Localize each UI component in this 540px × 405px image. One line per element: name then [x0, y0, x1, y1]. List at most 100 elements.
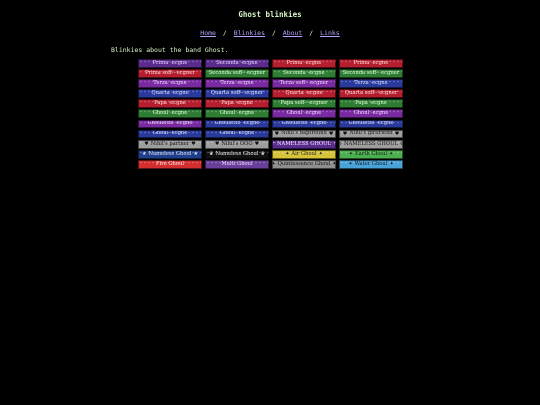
blinkie-label: Seconda ·ecgne — [216, 59, 258, 66]
blinkie-label: Ghoulette ·ecgne — [147, 120, 193, 127]
nav-link-blinkies[interactable]: Blinkies — [234, 29, 265, 37]
blinkie: Papa ·ecgne — [205, 99, 269, 109]
blinkie-grid: Prima ·ecgne Seconda ·ecgne Prima ·ecgne Pr… — [138, 59, 403, 169]
blinkie: ♥ Nihil's partner ♥ — [138, 139, 202, 149]
heart-icon: ♥ — [394, 130, 400, 137]
blinkie: Ghoulette ·ecgne — [272, 119, 336, 129]
blinkie: ✦ Air Ghoul ✦ — [272, 149, 336, 159]
heart-icon: ♥ — [328, 130, 334, 137]
blinkie-label: Papa soff-··ecgner — [280, 100, 328, 107]
blinkie: Seconda soff-··ecgner — [205, 69, 269, 78]
blinkie: Quarta soff-··ecgner — [205, 89, 269, 99]
blinkie: Prima ·ecgne — [138, 59, 202, 68]
blinkie-label: Nihil's OOO — [221, 140, 253, 147]
nav-separator: / — [222, 29, 227, 37]
blinkie-label: Earth Ghoul — [354, 150, 388, 157]
blinkie-label: Terza ·ecgne — [220, 79, 254, 86]
blinkie-label: Prima ·ecgne — [152, 59, 188, 66]
blinkie-label: Ghoulette ·ecgne — [214, 120, 260, 127]
blinkie: Seconda ·ecgne — [272, 69, 336, 78]
blinkie: Ghoulette ·ecgne — [339, 119, 403, 129]
nav-link-home[interactable]: Home — [200, 29, 216, 37]
blinkie: Prima ·ecgne — [339, 59, 403, 68]
blinkie: ★ Nameless Ghoul ★ — [138, 149, 202, 159]
blinkie: Terza ·ecgne — [138, 79, 202, 88]
sparkle-icon: ✦ — [318, 150, 323, 157]
sparkle-icon: ✦ — [331, 161, 335, 167]
blinkie-label: Multi Ghoul — [221, 160, 253, 167]
blinkie: Terza ·ecgne — [339, 79, 403, 88]
blinkie: Ghoul ·ecgne — [138, 129, 202, 139]
heart-icon: ♥ — [254, 140, 260, 147]
blinkie: Ghoulette ·ecgne — [138, 119, 202, 129]
blinkie-label: Prima ·ecgne — [353, 59, 389, 66]
blinkie-label: Prima ·ecgne — [286, 59, 322, 66]
blinkie: ♥ Nihil's girlfriend ♥ — [339, 129, 403, 139]
blinkie-label: Ghoulette ·ecgne — [281, 120, 327, 127]
blinkie: ✦Quintessence Ghoul✦ — [272, 159, 336, 169]
blinkie-label: Ghoul ·ecgne — [219, 130, 255, 137]
blinkie: ♥ Nihil's bapfreund ♥ — [272, 129, 336, 139]
sparkle-icon: ✦ — [389, 150, 394, 157]
blinkie-label: Terza ·ecgne — [153, 79, 187, 86]
blinkie: Prima ·ecgne — [272, 59, 336, 68]
heart-icon: ♥ — [191, 140, 196, 147]
blinkie-label: Ghoul ·ecgne — [219, 110, 255, 117]
blinkie: Multi Ghoul — [205, 159, 269, 169]
blinkie-label: Seconda ·ecgne — [283, 69, 325, 76]
blinkie: ✝NAMELESS GHOUL✝ — [272, 139, 336, 149]
blinkie-label: Water Ghoul — [354, 160, 388, 167]
blinkie-label: Terza ·ecgne — [354, 79, 388, 86]
blinkie: Quarta ·ecgne — [138, 89, 202, 99]
blinkie-label: Quintessence Ghoul — [277, 160, 331, 167]
blinkie: Seconda soff-··ecgner — [339, 69, 403, 78]
blinkie: Ghoul ·ecgne — [339, 109, 403, 119]
nav-separator: / — [271, 29, 276, 37]
nav-link-about[interactable]: About — [283, 29, 303, 37]
blinkie: ♛ Nameless Ghoul ♛ — [205, 149, 269, 159]
blinkie: Terza soff-··ecgner — [272, 79, 336, 88]
intro-text: Blinkies about the band Ghost. — [111, 46, 229, 54]
blinkie: ♥ Nihil's OOO ♥ — [205, 139, 269, 149]
nav-link-links[interactable]: Links — [320, 29, 340, 37]
blinkie-label: Papa ·ecgne — [355, 100, 387, 107]
blinkie: Papa ·ecgne — [339, 99, 403, 109]
blinkie: Terza ·ecgne — [205, 79, 269, 88]
blinkie-label: Papa ·ecgne — [154, 100, 186, 107]
blinkie: Papa soff-··ecgner — [272, 99, 336, 109]
blinkie: Ghoul ·ecgne — [272, 109, 336, 119]
star-icon: ★ — [193, 150, 198, 157]
blinkie-label: Fire Ghoul — [155, 160, 185, 167]
blinkie-label: NAMELESS GHOUL — [276, 140, 332, 147]
blinkie-label: Nihil's partner — [150, 140, 190, 147]
blinkie: Ghoul ·ecgne — [205, 129, 269, 139]
blinkie: Ghoul ·ecgne — [138, 109, 202, 119]
blinkie-label: Quarta soff-··ecgner — [210, 90, 264, 97]
blinkie-label: Nihil's girlfriend — [349, 130, 393, 137]
blinkie-label: Nameless Ghoul — [215, 150, 259, 157]
blinkie-label: Ghoulette ·ecgne — [348, 120, 394, 127]
blinkie-label: Ghoul ·ecgne — [353, 110, 389, 117]
blinkie: Papa ·ecgne — [138, 99, 202, 109]
blinkie: Ghoulette ·ecgne — [205, 119, 269, 129]
gear-icon: ⚙ — [399, 141, 402, 147]
blinkie: Quarta ·ecgne — [272, 89, 336, 99]
blinkie-label: Quarta soff-··ecgner — [344, 90, 398, 97]
blinkie: ✦ Earth Ghoul ✦ — [339, 149, 403, 159]
blinkie-label: Quarta ·ecgne — [285, 90, 323, 97]
blinkie-label: Papa ·ecgne — [221, 100, 253, 107]
crown-icon: ♛ — [260, 150, 265, 157]
blinkie: ✦ Water Ghoul ✦ — [339, 159, 403, 169]
blinkie: ⚙NAMELESS GHOUL⚙ — [339, 139, 403, 149]
cross-icon: ✝ — [332, 141, 335, 147]
page-title: Ghost blinkies — [238, 10, 302, 19]
blinkie-label: Air Ghoul — [291, 150, 317, 157]
blinkie-label: Prima soff-··ecgner — [145, 69, 195, 76]
blinkie-label: Terza soff-··ecgner — [279, 79, 329, 86]
blinkie-label: Ghoul ·ecgne — [152, 130, 188, 137]
blinkie: Seconda ·ecgne — [205, 59, 269, 68]
blinkie: Prima soff-··ecgner — [138, 69, 202, 78]
sparkle-icon: ✦ — [389, 160, 394, 167]
blinkie: Quarta soff-··ecgner — [339, 89, 403, 99]
blinkie-label: Seconda soff-··ecgner — [208, 69, 266, 76]
